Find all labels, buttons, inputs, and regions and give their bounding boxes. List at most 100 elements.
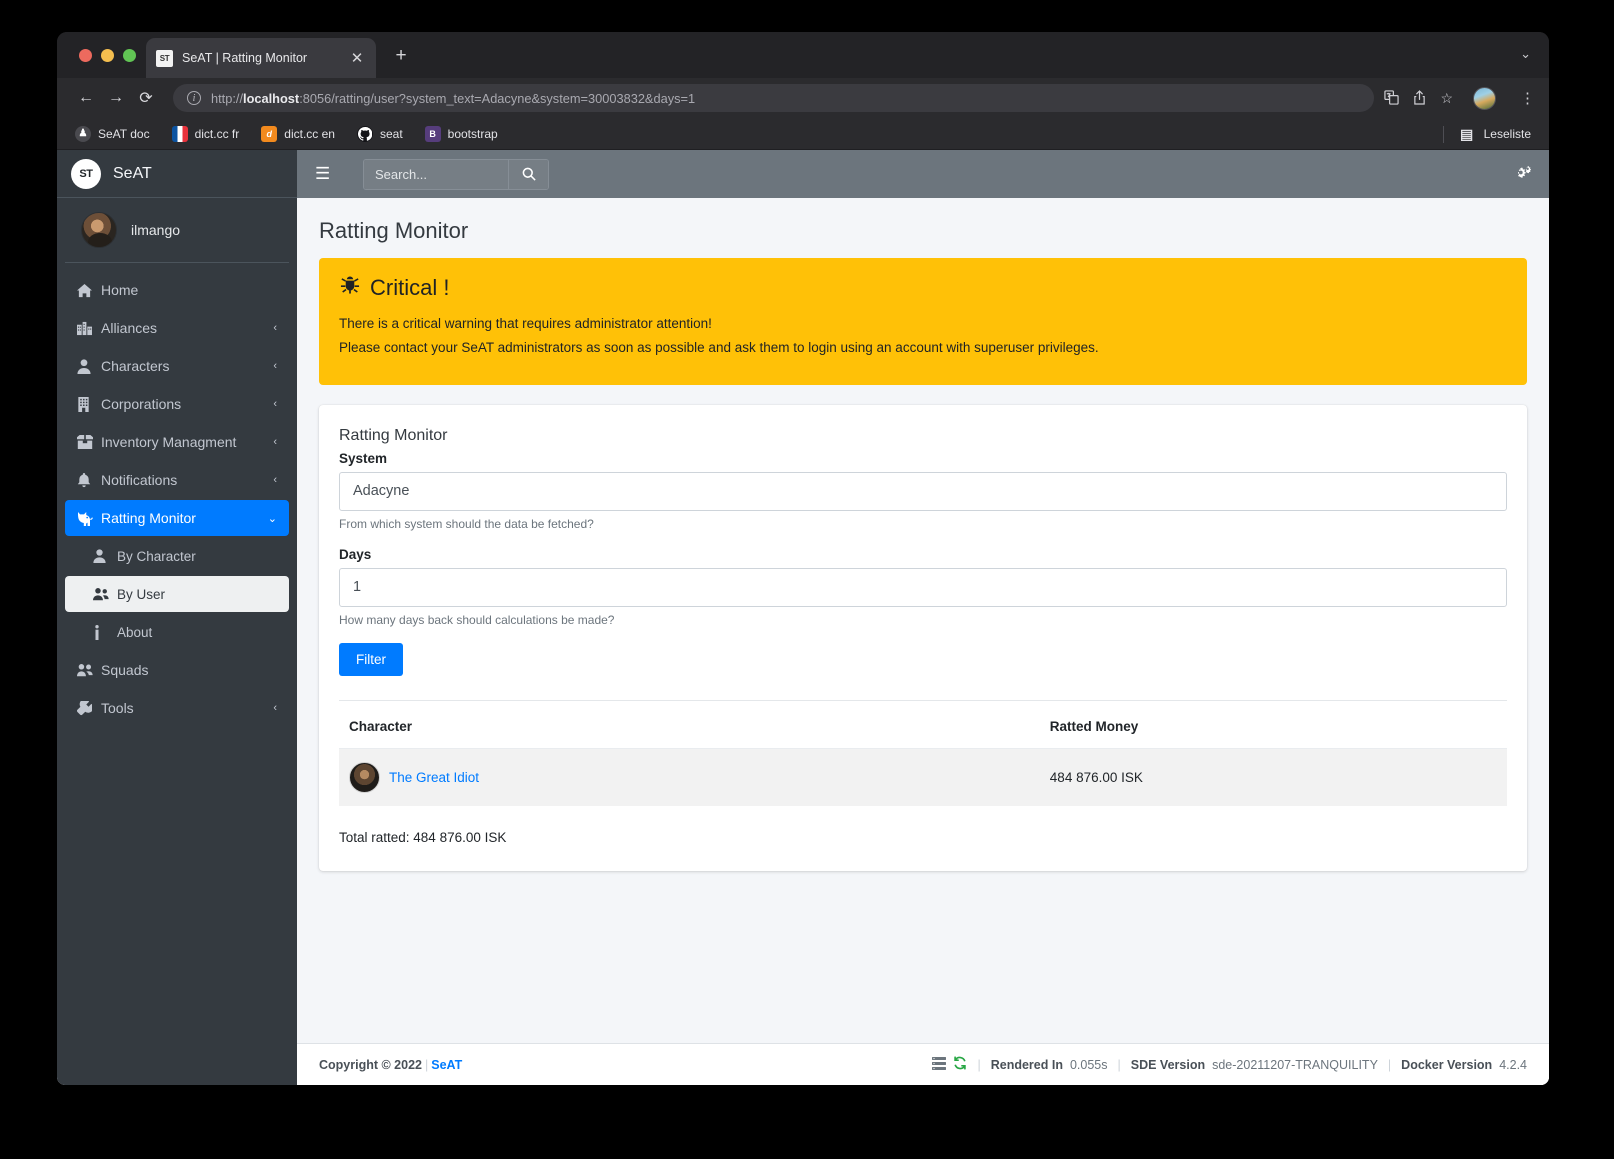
- corporation-icon: [77, 396, 101, 412]
- system-help-text: From which system should the data be fet…: [339, 516, 594, 531]
- sidebar-item-corporations[interactable]: Corporations ‹: [65, 386, 289, 422]
- bookmark-dict-cc-en[interactable]: d dict.cc en: [261, 125, 335, 142]
- sidebar-item-ratting-monitor[interactable]: Ratting Monitor ⌄: [65, 500, 289, 536]
- search-input[interactable]: Search...: [364, 159, 508, 189]
- system-label: System: [339, 450, 388, 466]
- footer-right: | Rendered In 0.055s | SDE Version sde-2…: [932, 1056, 1527, 1073]
- bookmarks-bar: ♟ SeAT doc dict.cc fr d dict.cc en seat …: [57, 118, 1549, 150]
- bookmark-star-icon[interactable]: ☆: [1440, 91, 1453, 105]
- character-icon: [77, 358, 101, 374]
- chevron-left-icon: ‹: [273, 702, 277, 714]
- close-window-button[interactable]: [79, 49, 92, 62]
- chevron-left-icon: ‹: [273, 322, 277, 334]
- translate-icon[interactable]: [1384, 89, 1400, 107]
- table-header-row: Character Ratted Money: [339, 703, 1507, 749]
- tab-title: SeAT | Ratting Monitor: [182, 51, 308, 65]
- home-icon: [77, 283, 101, 298]
- hamburger-icon[interactable]: ☰: [315, 164, 341, 184]
- sidebar-item-label: Squads: [101, 662, 149, 678]
- alliances-icon: [77, 321, 101, 336]
- card-title: Ratting Monitor: [339, 426, 448, 444]
- sidebar-item-tools[interactable]: Tools ‹: [65, 690, 289, 726]
- navbar-right: [1514, 165, 1531, 184]
- character-cell: The Great Idiot: [349, 761, 1030, 793]
- bookmark-bootstrap[interactable]: B bootstrap: [424, 125, 498, 142]
- sidebar-item-label: Notifications: [101, 472, 178, 488]
- bookmark-label: dict.cc en: [284, 126, 335, 141]
- sidebar-item-label: Inventory Managment: [101, 434, 237, 450]
- avatar: [81, 212, 117, 248]
- bookmark-seat-doc[interactable]: ♟ SeAT doc: [75, 125, 150, 142]
- window-controls[interactable]: [79, 49, 136, 62]
- chevron-down-icon: ⌄: [267, 512, 277, 525]
- sidebar-item-by-character[interactable]: By Character: [65, 538, 289, 574]
- profile-avatar[interactable]: [1473, 86, 1496, 110]
- page-footer: Copyright © 2022 | SeAT | Rendered In 0.…: [297, 1043, 1549, 1085]
- reload-icon[interactable]: ⟳: [131, 84, 161, 112]
- chevron-down-icon[interactable]: ⌄: [1520, 46, 1531, 62]
- divider: |: [1387, 1057, 1392, 1072]
- browser-menu-icon[interactable]: ⋮: [1520, 91, 1535, 106]
- bookmark-dict-cc-fr[interactable]: dict.cc fr: [171, 125, 239, 142]
- minimize-window-button[interactable]: [101, 49, 114, 62]
- avatar: [349, 761, 380, 793]
- alert-heading: Critical !: [370, 275, 450, 300]
- sidebar-item-alliances[interactable]: Alliances ‹: [65, 310, 289, 346]
- chevron-left-icon: ‹: [273, 474, 277, 486]
- days-input[interactable]: 1: [339, 567, 1507, 607]
- close-tab-icon[interactable]: ✕: [348, 51, 366, 66]
- cat-icon: [77, 511, 101, 526]
- filter-button[interactable]: Filter: [339, 642, 403, 676]
- sidebar-item-inventory-managment[interactable]: Inventory Managment ‹: [65, 424, 289, 460]
- share-icon[interactable]: [1413, 89, 1426, 107]
- screenshot-root: ST SeAT | Ratting Monitor ✕ + ⌄ ← → ⟳ i …: [0, 0, 1614, 1159]
- sde-version-value: sde-20211207-TRANQUILITY: [1212, 1057, 1378, 1072]
- sidebar-item-label: Corporations: [101, 396, 182, 412]
- system-input[interactable]: Adacyne: [339, 471, 1507, 511]
- bookmark-label: seat: [379, 126, 403, 141]
- sidebar-item-about[interactable]: About: [65, 614, 289, 650]
- info-icon: [93, 624, 117, 640]
- site-info-icon[interactable]: i: [187, 91, 201, 105]
- sidebar-item-label: Characters: [101, 358, 170, 374]
- new-tab-icon[interactable]: +: [390, 46, 412, 65]
- cogs-icon[interactable]: [1514, 165, 1531, 184]
- alert-heading-row: Critical !: [339, 274, 1507, 302]
- sidebar-user-panel[interactable]: ilmango: [65, 198, 289, 263]
- divider: |: [1117, 1057, 1121, 1072]
- divider: |: [977, 1057, 981, 1072]
- character-link[interactable]: The Great Idiot: [389, 770, 479, 785]
- back-icon[interactable]: ←: [71, 84, 101, 112]
- table-row: The Great Idiot 484 876.00 ISK: [339, 747, 1507, 806]
- sidebar-brand[interactable]: ST SeAT: [57, 150, 297, 198]
- forward-icon[interactable]: →: [101, 84, 131, 112]
- sidebar-item-by-user[interactable]: By User: [65, 576, 289, 612]
- bug-icon: [339, 274, 361, 302]
- sidebar-item-characters[interactable]: Characters ‹: [65, 348, 289, 384]
- copyright-text: Copyright © 2022: [319, 1057, 422, 1072]
- sidebar-item-home[interactable]: Home: [65, 272, 289, 308]
- search-box[interactable]: Search...: [363, 158, 549, 190]
- sidebar-item-label: By User: [117, 586, 166, 602]
- maximize-window-button[interactable]: [123, 49, 136, 62]
- sidebar-item-label: By Character: [117, 548, 196, 564]
- browser-tab[interactable]: ST SeAT | Ratting Monitor ✕: [146, 38, 376, 78]
- bookmark-seat-github[interactable]: seat: [356, 125, 403, 142]
- inventory-icon: [77, 435, 101, 449]
- column-header-character: Character: [349, 718, 413, 734]
- results-table-wrapper: Character Ratted Money The Great Idiot 4…: [339, 699, 1507, 806]
- sidebar-item-notifications[interactable]: Notifications ‹: [65, 462, 289, 498]
- sidebar-menu: Home Alliances ‹ Characters ‹ Corporatio…: [57, 263, 297, 728]
- browser-toolbar: ← → ⟳ i http://localhost:8056/ratting/us…: [57, 78, 1549, 118]
- seat-logo-icon: ST: [71, 158, 101, 189]
- reading-list-label: Leseliste: [1483, 127, 1531, 141]
- users-icon: [93, 587, 117, 601]
- reading-list[interactable]: ▤ Leseliste: [1442, 118, 1531, 150]
- search-button[interactable]: [508, 159, 548, 189]
- footer-seat-link[interactable]: SeAT: [431, 1058, 462, 1072]
- docker-version-label: Docker Version: [1401, 1057, 1493, 1072]
- docker-version-value: 4.2.4: [1499, 1057, 1527, 1072]
- bootstrap-icon: B: [424, 125, 441, 142]
- address-bar[interactable]: i http://localhost:8056/ratting/user?sys…: [173, 84, 1375, 112]
- sidebar-item-squads[interactable]: Squads: [65, 652, 289, 688]
